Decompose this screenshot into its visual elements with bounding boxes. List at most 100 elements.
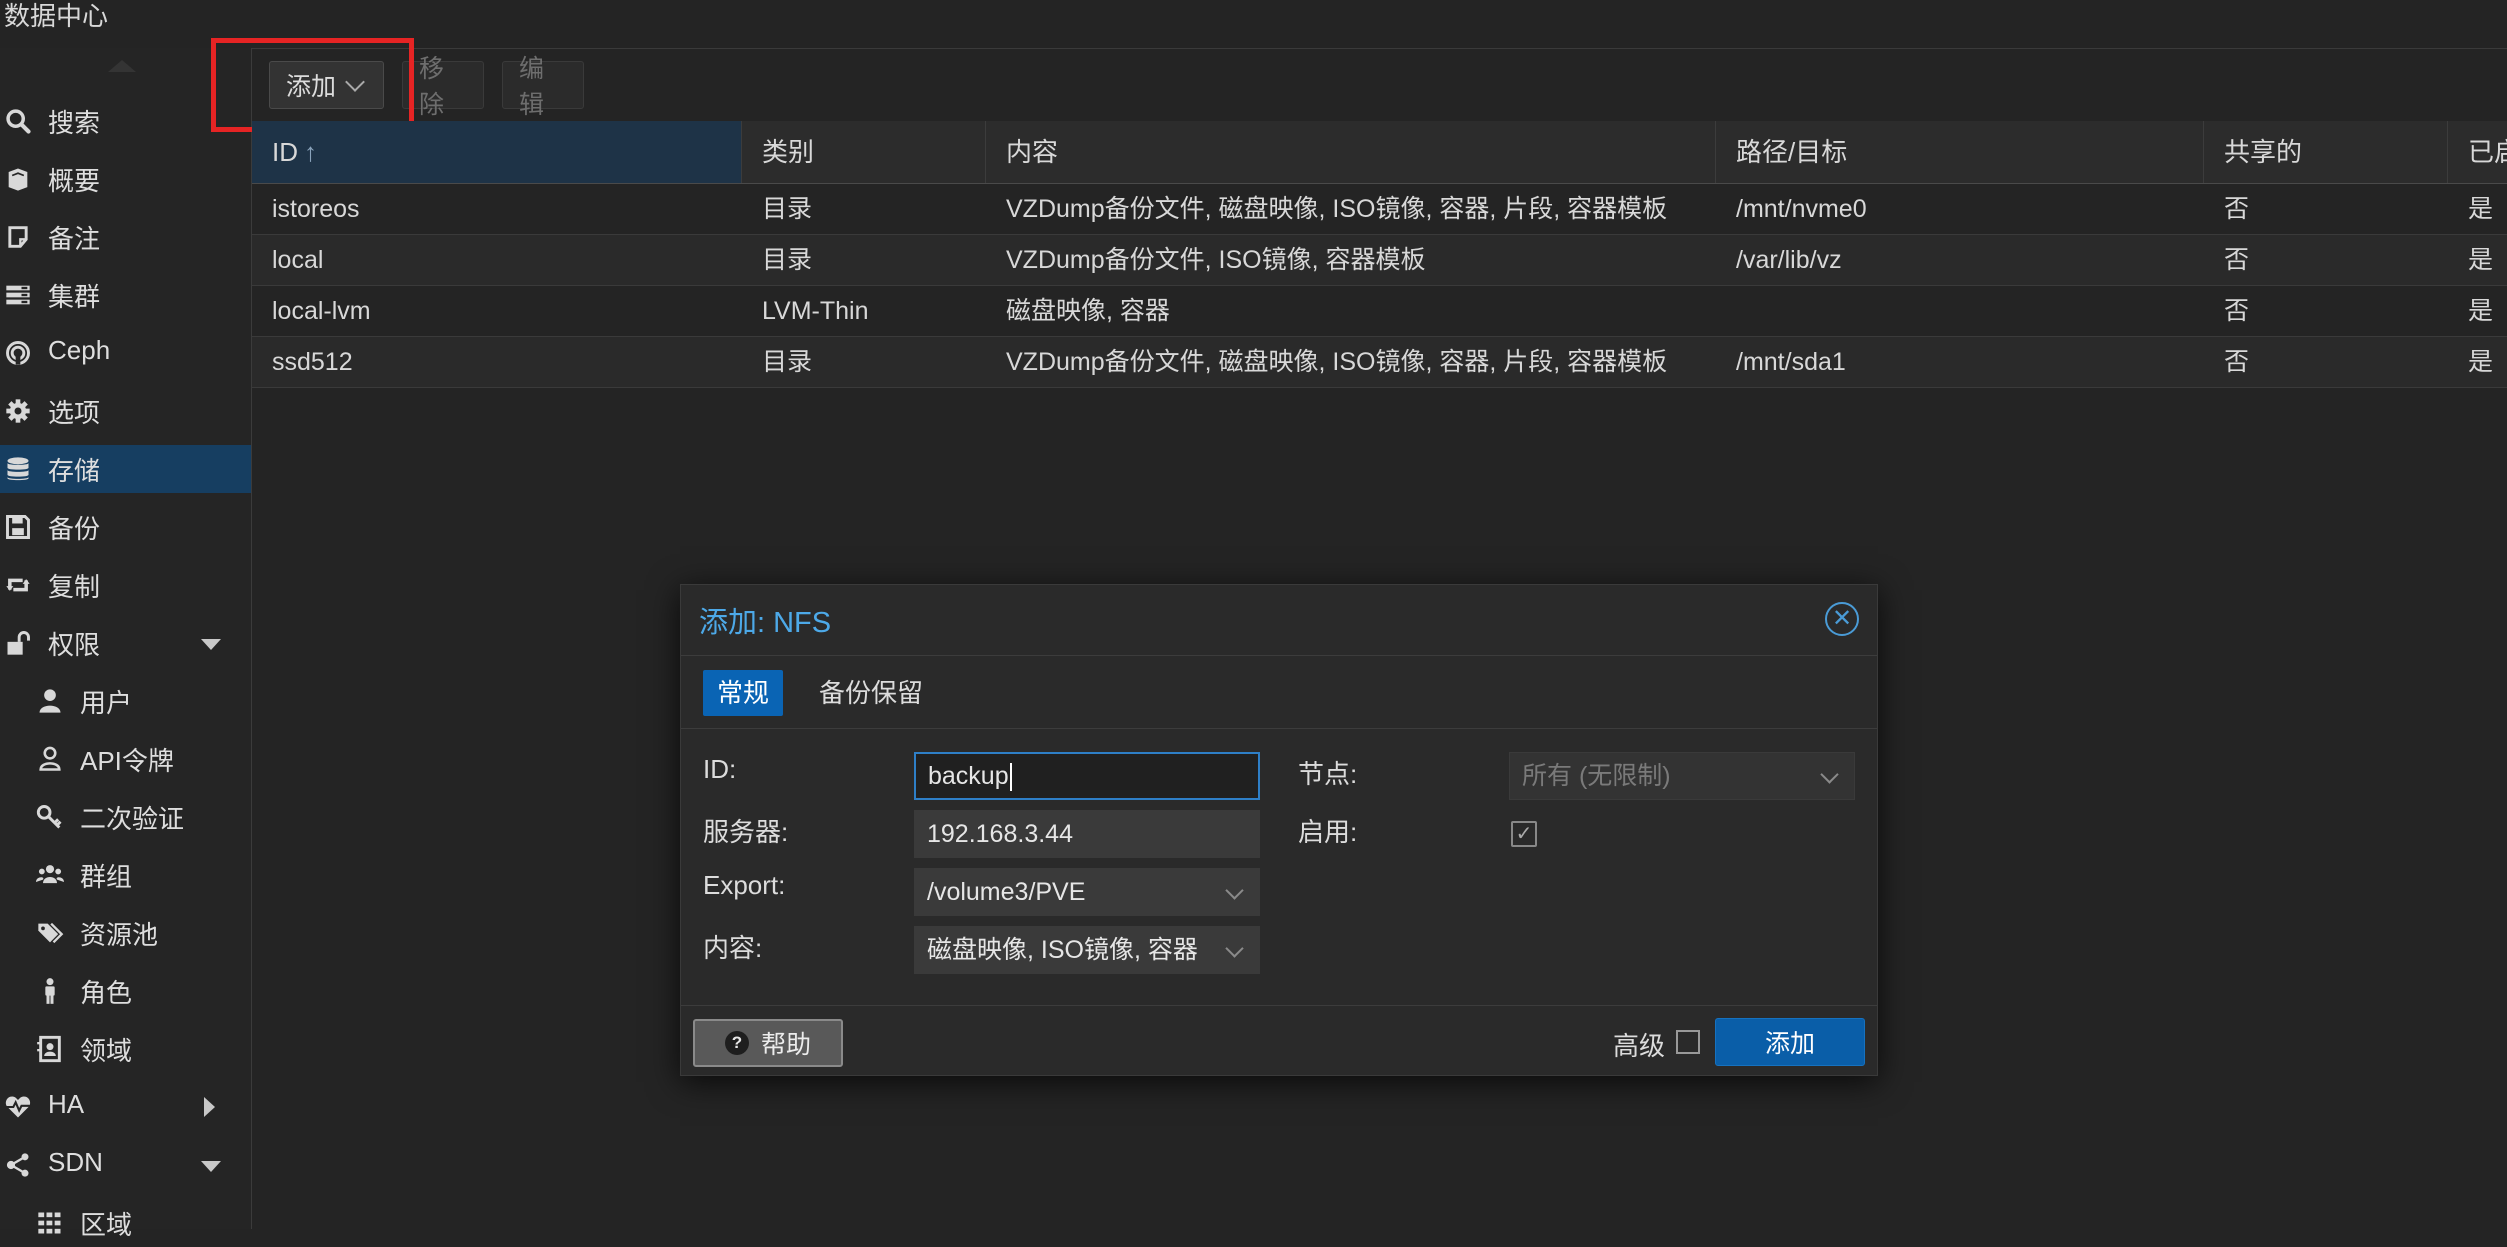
edit-button-label: 编辑 xyxy=(519,55,545,119)
sidebar-item-label: 概要 xyxy=(48,166,101,196)
retweet-icon xyxy=(2,569,34,601)
sidebar-item-realms[interactable]: 领域 xyxy=(0,1025,251,1073)
cell-shared: 否 xyxy=(2224,297,2250,325)
edit-button[interactable]: 编辑 xyxy=(502,55,584,119)
advanced-checkbox[interactable] xyxy=(1676,1030,1700,1054)
export-select[interactable]: /volume3/PVE xyxy=(914,868,1260,916)
sidebar-item-api-tokens[interactable]: API令牌 xyxy=(0,735,251,783)
sidebar-item-two-factor[interactable]: 二次验证 xyxy=(0,793,251,841)
dialog-title: 添加: NFS xyxy=(699,607,832,639)
sidebar-item-label: 备份 xyxy=(48,514,101,544)
sidebar-item-label: SDN xyxy=(48,1147,103,1177)
add-button[interactable]: 添加 xyxy=(269,61,384,109)
book-icon xyxy=(2,163,34,195)
sidebar-item-notes[interactable]: 备注 xyxy=(0,213,251,261)
database-icon xyxy=(2,453,34,485)
sidebar-item-zones[interactable]: 区域 xyxy=(0,1199,251,1247)
cell-enabled: 是 xyxy=(2468,195,2494,223)
sidebar-item-summary[interactable]: 概要 xyxy=(0,155,251,203)
sidebar-item-label: 存储 xyxy=(48,456,101,486)
unlock-icon xyxy=(2,627,34,659)
sidebar-item-label: 集群 xyxy=(48,282,101,312)
page-title: 数据中心 xyxy=(4,1,109,31)
enable-label: 启用: xyxy=(1298,817,1358,847)
column-header-path[interactable]: 路径/目标 xyxy=(1716,121,2204,183)
help-button[interactable]: ? 帮助 xyxy=(693,1019,843,1067)
grid-icon xyxy=(34,1207,66,1239)
sidebar-item-label: 领域 xyxy=(80,1036,133,1066)
cell-type: 目录 xyxy=(762,246,813,274)
collapse-caret-icon[interactable] xyxy=(108,60,136,72)
cell-path xyxy=(1716,286,1736,336)
column-header-id[interactable]: ID ↑ xyxy=(252,121,742,183)
close-icon[interactable]: ✕ xyxy=(1825,602,1859,636)
ceph-icon xyxy=(2,337,34,369)
cell-content: 磁盘映像, 容器 xyxy=(1006,297,1170,325)
users-icon xyxy=(34,859,66,891)
key-icon xyxy=(34,801,66,833)
id-input[interactable]: backup xyxy=(914,752,1260,800)
server-input[interactable]: 192.168.3.44 xyxy=(914,810,1260,858)
submit-add-button[interactable]: 添加 xyxy=(1715,1018,1865,1066)
server-icon xyxy=(2,279,34,311)
expand-down-icon[interactable] xyxy=(201,639,221,650)
sidebar-item-sdn[interactable]: SDN xyxy=(0,1141,251,1189)
node-select-value: 所有 (无限制) xyxy=(1522,762,1671,790)
sidebar-item-permissions[interactable]: 权限 xyxy=(0,619,251,667)
table-row[interactable]: local 目录 VZDump备份文件, ISO镜像, 容器模板 /var/li… xyxy=(252,235,2507,286)
sidebar-item-storage[interactable]: 存储 xyxy=(0,445,251,493)
address-book-icon xyxy=(34,1033,66,1065)
column-header-content[interactable]: 内容 xyxy=(986,121,1716,183)
sidebar-item-label: 搜索 xyxy=(48,108,101,138)
cell-id: istoreos xyxy=(272,195,360,223)
cell-shared: 否 xyxy=(2224,348,2250,376)
dialog-tabs: 常规 备份保留 xyxy=(681,655,1877,729)
table-row[interactable]: ssd512 目录 VZDump备份文件, 磁盘映像, ISO镜像, 容器, 片… xyxy=(252,337,2507,388)
sdn-icon xyxy=(2,1149,34,1181)
general-form: ID: backup 服务器: 192.168.3.44 Export: /vo… xyxy=(681,728,1877,1005)
cell-type: LVM-Thin xyxy=(762,297,869,325)
server-label: 服务器: xyxy=(703,817,789,847)
remove-button[interactable]: 移除 xyxy=(402,55,484,119)
tab-backup-retention[interactable]: 备份保留 xyxy=(805,670,937,716)
add-button-label: 添加 xyxy=(286,73,337,101)
add-nfs-dialog: 添加: NFS ✕ 常规 备份保留 ID: backup 服务器: 192.16… xyxy=(680,584,1878,1076)
sidebar-item-pools[interactable]: 资源池 xyxy=(0,909,251,957)
expand-right-icon[interactable] xyxy=(204,1097,215,1117)
column-header-type[interactable]: 类别 xyxy=(742,121,986,183)
dialog-footer: ? 帮助 高级 添加 xyxy=(681,1005,1877,1076)
sidebar-item-roles[interactable]: 角色 xyxy=(0,967,251,1015)
cell-content: VZDump备份文件, 磁盘映像, ISO镜像, 容器, 片段, 容器模板 xyxy=(1006,195,1668,223)
cell-id: local xyxy=(272,246,324,274)
sidebar-item-label: 权限 xyxy=(48,630,101,660)
node-select[interactable]: 所有 (无限制) xyxy=(1509,752,1855,800)
cell-path: /var/lib/vz xyxy=(1736,246,1842,274)
sidebar-item-label: 区域 xyxy=(80,1210,133,1240)
sidebar-item-groups[interactable]: 群组 xyxy=(0,851,251,899)
content-select[interactable]: 磁盘映像, ISO镜像, 容器 xyxy=(914,926,1260,974)
remove-button-label: 移除 xyxy=(419,55,445,119)
export-label: Export: xyxy=(703,870,786,900)
column-header-shared[interactable]: 共享的 xyxy=(2204,121,2448,183)
sidebar-item-users[interactable]: 用户 xyxy=(0,677,251,725)
cell-content: VZDump备份文件, 磁盘映像, ISO镜像, 容器, 片段, 容器模板 xyxy=(1006,348,1668,376)
sidebar-item-replication[interactable]: 复制 xyxy=(0,561,251,609)
user-outline-icon xyxy=(34,743,66,775)
sidebar-item-ceph[interactable]: Ceph xyxy=(0,329,251,377)
title-bar: 数据中心 xyxy=(0,0,2507,49)
expand-down-icon[interactable] xyxy=(201,1161,221,1172)
table-row[interactable]: local-lvm LVM-Thin 磁盘映像, 容器 否 是 xyxy=(252,286,2507,337)
enable-checkbox[interactable]: ✓ xyxy=(1511,821,1537,847)
sidebar-item-search[interactable]: 搜索 xyxy=(0,97,251,145)
heartbeat-icon xyxy=(2,1091,34,1123)
tab-general[interactable]: 常规 xyxy=(703,670,784,716)
cell-shared: 否 xyxy=(2224,195,2250,223)
sidebar-item-ha[interactable]: HA xyxy=(0,1083,251,1131)
table-row[interactable]: istoreos 目录 VZDump备份文件, 磁盘映像, ISO镜像, 容器,… xyxy=(252,184,2507,235)
sidebar-item-options[interactable]: 选项 xyxy=(0,387,251,435)
sidebar-item-label: 备注 xyxy=(48,224,101,254)
sidebar-item-backup[interactable]: 备份 xyxy=(0,503,251,551)
column-header-enabled[interactable]: 已启用 xyxy=(2448,121,2507,183)
sidebar-item-label: HA xyxy=(48,1089,85,1119)
sidebar-item-cluster[interactable]: 集群 xyxy=(0,271,251,319)
